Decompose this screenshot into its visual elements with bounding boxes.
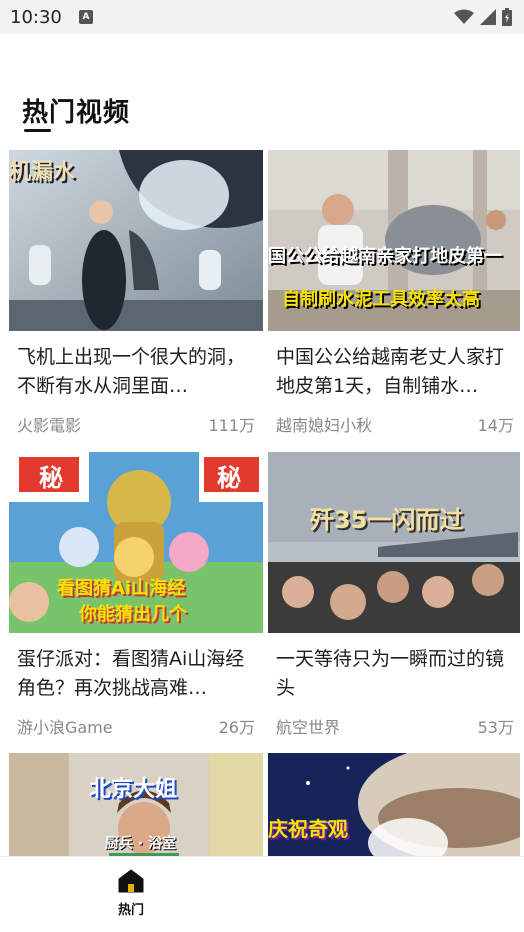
video-card[interactable]: 机漏水 飞机上出现一个很大的洞，不断有水从洞里面… 火影電影 111万: [9, 150, 263, 440]
video-views: 14万: [477, 416, 514, 435]
video-thumbnail[interactable]: 国公公给越南亲家打地皮第一 自制刷水泥工具效率太高: [268, 150, 520, 331]
thumbnail-caption-secondary: 自制刷水泥工具效率太高: [282, 289, 480, 310]
video-author[interactable]: 越南媳妇小秋: [276, 412, 372, 436]
thumbnail-caption-secondary: 你能猜出几个: [79, 604, 187, 625]
video-card[interactable]: 北京大姐 厨兵 · 浴室: [9, 753, 263, 856]
nav-home-label: 热门: [117, 903, 144, 918]
nav-home-tab[interactable]: 热门: [108, 869, 154, 919]
video-title[interactable]: 蛋仔派对：看图猜Ai山海经角色？再次挑战高难…: [17, 645, 249, 703]
video-card[interactable]: 国公公给越南亲家打地皮第一 自制刷水泥工具效率太高 中国公公给越南老丈人家打地皮…: [268, 150, 522, 440]
video-author[interactable]: 航空世界: [276, 714, 340, 738]
home-icon: [118, 869, 144, 893]
video-card[interactable]: 歼35一闪而过 一天等待只为一瞬而过的镜头 航空世界 53万: [268, 452, 522, 742]
secret-badge: 秘: [39, 464, 63, 492]
video-views: 26万: [218, 718, 255, 737]
video-thumbnail[interactable]: 歼35一闪而过: [268, 452, 520, 633]
video-thumbnail[interactable]: 北京大姐 厨兵 · 浴室: [9, 753, 263, 856]
thumbnail-caption: 看图猜Ai山海经: [57, 578, 186, 599]
video-views: 111万: [208, 416, 255, 435]
secret-badge: 秘: [217, 464, 241, 492]
thumbnail-caption-secondary: 厨兵 · 浴室: [105, 836, 177, 852]
video-thumbnail[interactable]: 庆祝奇观: [268, 753, 520, 856]
video-author[interactable]: 游小浪Game: [17, 714, 113, 738]
thumbnail-caption: 国公公给越南亲家打地皮第一: [268, 246, 502, 267]
thumbnail-caption: 机漏水: [9, 160, 76, 185]
thumbnail-caption: 庆祝奇观: [268, 817, 348, 841]
video-title[interactable]: 飞机上出现一个很大的洞，不断有水从洞里面…: [17, 343, 249, 401]
video-card[interactable]: 秘 秘 看图猜Ai山海经 你能猜出几个 蛋仔派对：看图猜Ai山海经角色？再次挑战…: [9, 452, 263, 742]
thumbnail-caption: 歼35一闪而过: [310, 506, 464, 534]
bottom-navigation: 热门: [0, 856, 524, 932]
video-author[interactable]: 火影電影: [17, 412, 81, 436]
video-grid: 机漏水 飞机上出现一个很大的洞，不断有水从洞里面… 火影電影 111万 国公公给…: [0, 0, 524, 931]
thumbnail-caption: 北京大姐: [89, 777, 178, 802]
video-views: 53万: [477, 718, 514, 737]
video-title[interactable]: 中国公公给越南老丈人家打地皮第1天，自制铺水…: [276, 343, 508, 401]
video-thumbnail[interactable]: 秘 秘 看图猜Ai山海经 你能猜出几个: [9, 452, 263, 633]
video-title[interactable]: 一天等待只为一瞬而过的镜头: [276, 645, 508, 703]
video-thumbnail[interactable]: 机漏水: [9, 150, 263, 331]
video-card[interactable]: 庆祝奇观: [268, 753, 522, 856]
